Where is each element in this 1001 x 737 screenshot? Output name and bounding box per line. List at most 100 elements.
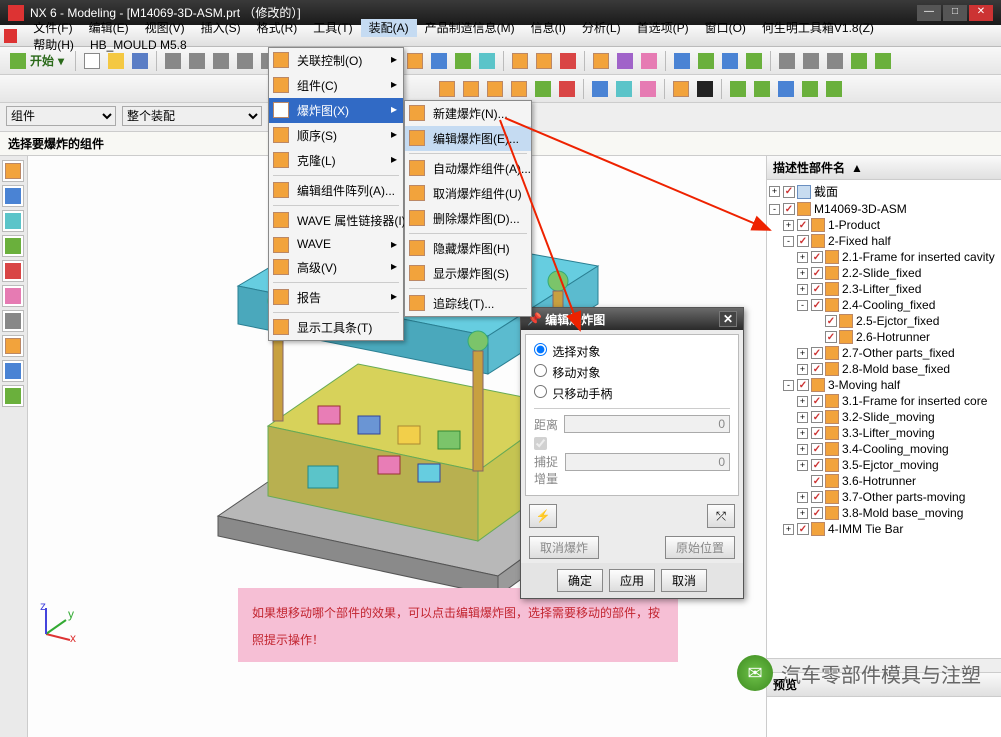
tree-checkbox[interactable] xyxy=(811,267,823,279)
navigator-icon[interactable] xyxy=(2,285,24,307)
submenu-item[interactable]: 新建爆炸(N)... xyxy=(405,101,531,126)
tree-expander[interactable]: + xyxy=(797,444,808,455)
tree-checkbox[interactable] xyxy=(811,459,823,471)
filter-combo-1[interactable]: 组件 xyxy=(6,106,116,126)
tool-icon[interactable] xyxy=(533,50,555,72)
menu-编辑[interactable]: 编辑(E) xyxy=(81,19,137,37)
distance-field[interactable] xyxy=(564,415,730,433)
start-button[interactable]: 开始 ▾ xyxy=(4,50,70,71)
navigator-icon[interactable] xyxy=(2,185,24,207)
tool-icon[interactable] xyxy=(428,50,450,72)
tool-icon[interactable] xyxy=(872,50,894,72)
tree-checkbox[interactable] xyxy=(811,411,823,423)
cube-icon[interactable] xyxy=(404,50,426,72)
menu-item[interactable]: WAVE 属性链接器(I)... xyxy=(269,208,403,233)
submenu-item[interactable]: 取消爆炸组件(U) xyxy=(405,181,531,206)
tree-expander[interactable]: + xyxy=(797,348,808,359)
tree-node[interactable]: +3.7-Other parts-moving xyxy=(769,489,999,505)
tool-icon[interactable] xyxy=(776,50,798,72)
tree-expander[interactable]: + xyxy=(769,186,780,197)
dialog-titlebar[interactable]: 📌 编辑爆炸图 ✕ xyxy=(521,308,743,330)
tool-icon[interactable] xyxy=(590,50,612,72)
tree-node[interactable]: +2.2-Slide_fixed xyxy=(769,265,999,281)
radio-select-object[interactable]: 选择对象 xyxy=(534,343,600,360)
tree-expander[interactable]: + xyxy=(783,220,794,231)
tool-icon[interactable] xyxy=(589,78,611,100)
navigator-icon[interactable] xyxy=(2,310,24,332)
tree-checkbox[interactable] xyxy=(811,475,823,487)
tool-icon[interactable] xyxy=(775,78,797,100)
tree-expander[interactable]: + xyxy=(797,284,808,295)
tree-node[interactable]: +3.3-Lifter_moving xyxy=(769,425,999,441)
menu-item[interactable]: 组件(C)▸ xyxy=(269,73,403,98)
tree-node[interactable]: +2.7-Other parts_fixed xyxy=(769,345,999,361)
menu-工具[interactable]: 工具(T) xyxy=(305,19,360,37)
snap-field[interactable] xyxy=(565,453,730,471)
submenu-item[interactable]: 显示爆炸图(S) xyxy=(405,261,531,286)
tree-node[interactable]: +4-IMM Tie Bar xyxy=(769,521,999,537)
tool-icon[interactable] xyxy=(743,50,765,72)
tree-expander[interactable]: - xyxy=(783,380,794,391)
menu-装配[interactable]: 装配(A) xyxy=(361,19,417,37)
radio-move-handle[interactable]: 只移动手柄 xyxy=(534,385,612,402)
menu-文件[interactable]: 文件(F) xyxy=(25,19,80,37)
menu-item[interactable]: 顺序(S)▸ xyxy=(269,123,403,148)
tool-icon[interactable] xyxy=(532,78,554,100)
tree-node[interactable]: +3.5-Ejctor_moving xyxy=(769,457,999,473)
menu-何生明工具箱v1.8[interactable]: 何生明工具箱V1.8(Z) xyxy=(754,19,882,37)
tool-icon[interactable] xyxy=(509,50,531,72)
undo-icon[interactable] xyxy=(162,50,184,72)
tool-icon[interactable] xyxy=(727,78,749,100)
navigator-icon[interactable] xyxy=(2,360,24,382)
tool-icon[interactable] xyxy=(436,78,458,100)
menu-item[interactable]: 高级(V)▸ xyxy=(269,255,403,280)
tool-icon[interactable] xyxy=(508,78,530,100)
tool-icon[interactable] xyxy=(460,78,482,100)
navigator-icon[interactable] xyxy=(2,210,24,232)
tool-icon[interactable] xyxy=(557,50,579,72)
menu-窗口[interactable]: 窗口(O) xyxy=(697,19,754,37)
menu-item[interactable]: WAVE▸ xyxy=(269,233,403,255)
tree-checkbox[interactable] xyxy=(783,203,795,215)
tool-icon[interactable] xyxy=(719,50,741,72)
tree-node[interactable]: +3.2-Slide_moving xyxy=(769,409,999,425)
tool-icon[interactable] xyxy=(556,78,578,100)
tree-node[interactable]: +截面 xyxy=(769,182,999,201)
tool-icon[interactable] xyxy=(638,50,660,72)
tree-expander[interactable]: - xyxy=(797,300,808,311)
csys-icon-btn[interactable]: ⤱ xyxy=(707,504,735,528)
snap-checkbox[interactable]: 捕捉增量 xyxy=(534,437,559,487)
tree-expander[interactable]: + xyxy=(797,396,808,407)
tree-checkbox[interactable] xyxy=(811,251,823,263)
tool-icon[interactable] xyxy=(452,50,474,72)
apply-button[interactable]: 应用 xyxy=(609,569,655,592)
tool-icon[interactable] xyxy=(484,78,506,100)
tool-icon[interactable] xyxy=(695,50,717,72)
tree-node[interactable]: +1-Product xyxy=(769,217,999,233)
navigator-icon[interactable] xyxy=(2,260,24,282)
tree-expander[interactable]: - xyxy=(783,236,794,247)
new-icon[interactable] xyxy=(81,50,103,72)
tree-node[interactable]: +3.8-Mold base_moving xyxy=(769,505,999,521)
tree-node[interactable]: -3-Moving half xyxy=(769,377,999,393)
menu-视图[interactable]: 视图(V) xyxy=(137,19,193,37)
tree-node[interactable]: -2-Fixed half xyxy=(769,233,999,249)
tree-expander[interactable]: + xyxy=(797,492,808,503)
tool-icon[interactable] xyxy=(637,78,659,100)
tree-checkbox[interactable] xyxy=(797,523,809,535)
redo-icon[interactable] xyxy=(186,50,208,72)
copy-icon[interactable] xyxy=(234,50,256,72)
tool-icon[interactable] xyxy=(613,78,635,100)
tool-icon[interactable] xyxy=(823,78,845,100)
tool-icon[interactable] xyxy=(799,78,821,100)
navigator-icon[interactable] xyxy=(2,335,24,357)
submenu-item[interactable]: 编辑爆炸图(E)... xyxy=(405,126,531,151)
filter-combo-2[interactable]: 整个装配 xyxy=(122,106,262,126)
tree-expander[interactable]: + xyxy=(797,508,808,519)
menu-item[interactable]: 克隆(L)▸ xyxy=(269,148,403,173)
tree-checkbox[interactable] xyxy=(783,186,795,198)
tree-node[interactable]: 2.5-Ejctor_fixed xyxy=(769,313,999,329)
tool-icon[interactable] xyxy=(751,78,773,100)
tool-icon[interactable] xyxy=(614,50,636,72)
tree-expander[interactable]: + xyxy=(797,460,808,471)
